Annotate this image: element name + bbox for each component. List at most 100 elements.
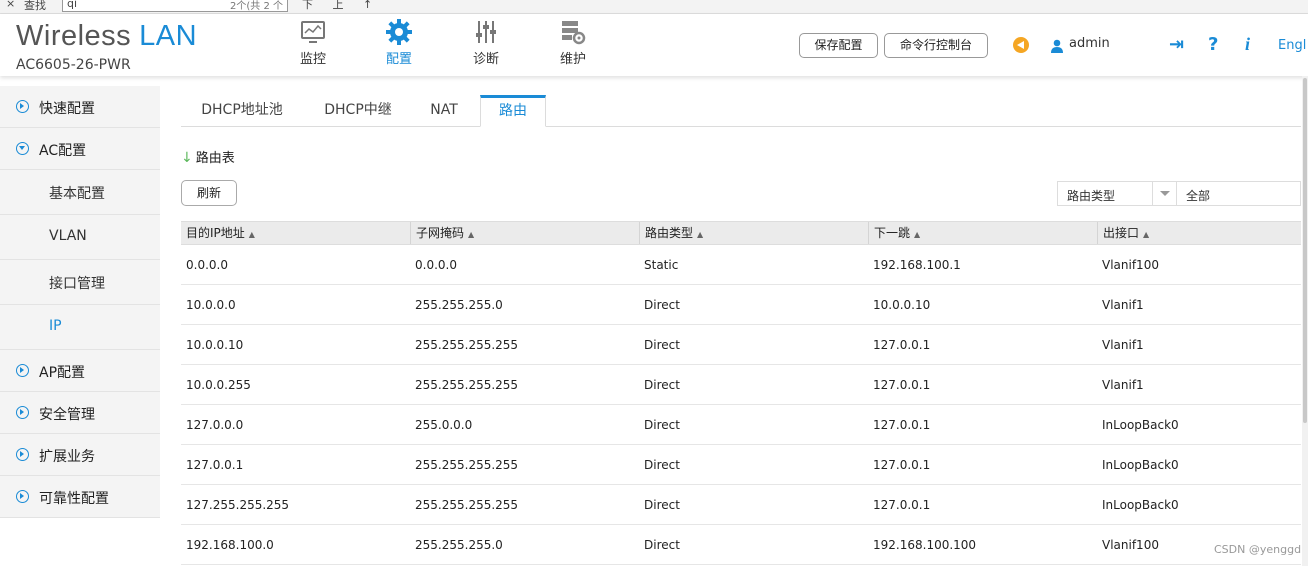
sidebar-item-reliability[interactable]: 可靠性配置	[0, 476, 160, 518]
nav-diagnose[interactable]: 诊断	[456, 18, 516, 67]
table-row[interactable]: 0.0.0.0 0.0.0.0 Static 192.168.100.1 Vlanif1…	[181, 245, 1301, 285]
column-header-mask[interactable]: 子网掩码 ▲	[410, 222, 639, 244]
sidebar-item-extended[interactable]: 扩展业务	[0, 434, 160, 476]
section-title[interactable]: ↓ 路由表	[181, 147, 235, 166]
tab-route[interactable]: 路由	[480, 95, 546, 127]
filter-value-input[interactable]: 全部	[1177, 181, 1301, 206]
table-row[interactable]: 10.0.0.255 255.255.255.255 Direct 127.0.0.1…	[181, 365, 1301, 405]
page-scrollbar[interactable]	[1302, 76, 1308, 566]
alarm-icon[interactable]	[1013, 37, 1029, 53]
sort-asc-icon: ▲	[468, 230, 475, 239]
cell-next-hop: 127.0.0.1	[873, 418, 931, 432]
find-input[interactable]: qi 2个(共 2 个	[62, 0, 288, 12]
filter-value-text: 全部	[1186, 189, 1211, 203]
sidebar-subitem-interface[interactable]: 接口管理	[0, 260, 160, 305]
nav-monitor[interactable]: 监控	[283, 18, 343, 67]
cell-next-hop: 127.0.0.1	[873, 498, 931, 512]
expand-down-icon	[16, 142, 29, 155]
save-config-button[interactable]: 保存配置	[799, 33, 878, 58]
nav-config[interactable]: 配置	[369, 18, 429, 67]
sidebar-item-ac-config[interactable]: AC配置	[0, 128, 160, 170]
sidebar-subitem-vlan[interactable]: VLAN	[0, 215, 160, 260]
column-header-route-type[interactable]: 路由类型 ▲	[639, 222, 868, 244]
nav-maintain[interactable]: 维护	[543, 18, 603, 67]
find-count: 2个(共 2 个	[230, 1, 283, 12]
gear-icon	[384, 18, 414, 46]
table-row[interactable]: 192.168.100.0 255.255.255.0 Direct 192.168.…	[181, 525, 1301, 565]
section-title-text: 路由表	[195, 151, 235, 166]
column-label: 路由类型	[645, 226, 694, 240]
sort-asc-icon: ▲	[914, 230, 921, 239]
info-icon[interactable]: i	[1245, 34, 1250, 55]
table-body: 0.0.0.0 0.0.0.0 Static 192.168.100.1 Vlanif1…	[181, 245, 1301, 565]
find-label: 查找	[24, 0, 46, 12]
cell-next-hop: 192.168.100.1	[873, 258, 961, 272]
logout-icon[interactable]: ⇥	[1169, 34, 1184, 55]
cell-dest-ip: 0.0.0.0	[186, 258, 228, 272]
app-header: Wireless LAN AC6605-26-PWR 监控 配置 诊断 维护 保存…	[0, 14, 1308, 76]
sidebar-subitem-basic-config[interactable]: 基本配置	[0, 170, 160, 215]
nav-diagnose-label: 诊断	[472, 52, 499, 67]
sidebar-subitem-label: 基本配置	[49, 186, 105, 202]
table-row[interactable]: 127.255.255.255 255.255.255.255 Direct 127.…	[181, 485, 1301, 525]
tab-dhcp-relay[interactable]: DHCP中继	[313, 95, 403, 127]
brand-main: Wireless	[16, 20, 132, 52]
cell-next-hop: 192.168.100.100	[873, 538, 977, 552]
table-header: 目的IP地址 ▲ 子网掩码 ▲ 路由类型 ▲ 下一跳 ▲ 出接口 ▲	[181, 221, 1301, 245]
cell-out-interface: Vlanif1	[1102, 298, 1144, 312]
cli-console-button[interactable]: 命令行控制台	[884, 33, 988, 58]
refresh-button[interactable]: 刷新	[181, 180, 237, 206]
column-header-out-interface[interactable]: 出接口 ▲	[1097, 222, 1301, 244]
route-table: 目的IP地址 ▲ 子网掩码 ▲ 路由类型 ▲ 下一跳 ▲ 出接口 ▲ 0.0.0.0 0.0…	[181, 221, 1301, 565]
column-label: 下一跳	[874, 226, 911, 240]
expand-right-icon	[16, 364, 29, 377]
expand-right-icon	[16, 448, 29, 461]
sidebar-item-security[interactable]: 安全管理	[0, 392, 160, 434]
sidebar-item-quick-config[interactable]: 快速配置	[0, 86, 160, 128]
cell-route-type: Direct	[644, 498, 680, 512]
column-label: 子网掩码	[416, 226, 465, 240]
find-close-icon[interactable]: ×	[6, 0, 15, 10]
help-icon[interactable]: ?	[1208, 34, 1218, 55]
table-row[interactable]: 10.0.0.0 255.255.255.0 Direct 10.0.0.10 Vlan…	[181, 285, 1301, 325]
tab-dhcp-pool[interactable]: DHCP地址池	[189, 95, 295, 127]
sidebar-item-ap-config[interactable]: AP配置	[0, 350, 160, 392]
cell-route-type: Direct	[644, 538, 680, 552]
find-nav-buttons[interactable]: 下 上 ↑	[302, 0, 380, 12]
cell-mask: 255.255.255.255	[415, 338, 519, 352]
route-type-filter-select[interactable]: 路由类型	[1057, 181, 1177, 206]
sort-asc-icon: ▲	[697, 230, 704, 239]
sort-asc-icon: ▲	[248, 230, 255, 239]
sidebar-item-label: 扩展业务	[39, 449, 95, 465]
cell-out-interface: Vlanif1	[1102, 338, 1144, 352]
server-gear-icon	[558, 18, 588, 46]
column-header-next-hop[interactable]: 下一跳 ▲	[868, 222, 1097, 244]
table-row[interactable]: 127.0.0.1 255.255.255.255 Direct 127.0.0.1 I…	[181, 445, 1301, 485]
table-row[interactable]: 127.0.0.0 255.0.0.0 Direct 127.0.0.1 InLoopB…	[181, 405, 1301, 445]
sidebar-subitem-label: VLAN	[49, 228, 87, 244]
cell-mask: 0.0.0.0	[415, 258, 457, 272]
scrollbar-thumb[interactable]	[1303, 78, 1307, 423]
user-name[interactable]: admin	[1069, 36, 1110, 51]
find-query: qi	[67, 0, 78, 10]
language-switch[interactable]: Engl	[1278, 38, 1306, 53]
cell-mask: 255.255.255.0	[415, 298, 503, 312]
chevron-down-icon[interactable]	[1152, 182, 1176, 205]
cell-out-interface: Vlanif100	[1102, 538, 1159, 552]
cell-dest-ip: 10.0.0.10	[186, 338, 244, 352]
column-header-dest-ip[interactable]: 目的IP地址 ▲	[181, 222, 410, 244]
sidebar-item-label: AC配置	[39, 143, 87, 159]
sidebar-subitem-ip[interactable]: IP	[0, 305, 160, 350]
sidebar-subitem-label: IP	[49, 318, 62, 334]
cell-mask: 255.255.255.0	[415, 538, 503, 552]
cell-route-type: Direct	[644, 458, 680, 472]
cell-route-type: Direct	[644, 418, 680, 432]
table-row[interactable]: 10.0.0.10 255.255.255.255 Direct 127.0.0.1 V…	[181, 325, 1301, 365]
cell-mask: 255.255.255.255	[415, 498, 519, 512]
tab-nat[interactable]: NAT	[421, 95, 467, 127]
sliders-icon	[471, 18, 501, 46]
column-label: 目的IP地址	[186, 226, 245, 240]
sort-asc-icon: ▲	[1143, 230, 1150, 239]
cell-out-interface: InLoopBack0	[1102, 458, 1179, 472]
brand-logo: Wireless LAN	[16, 20, 197, 53]
